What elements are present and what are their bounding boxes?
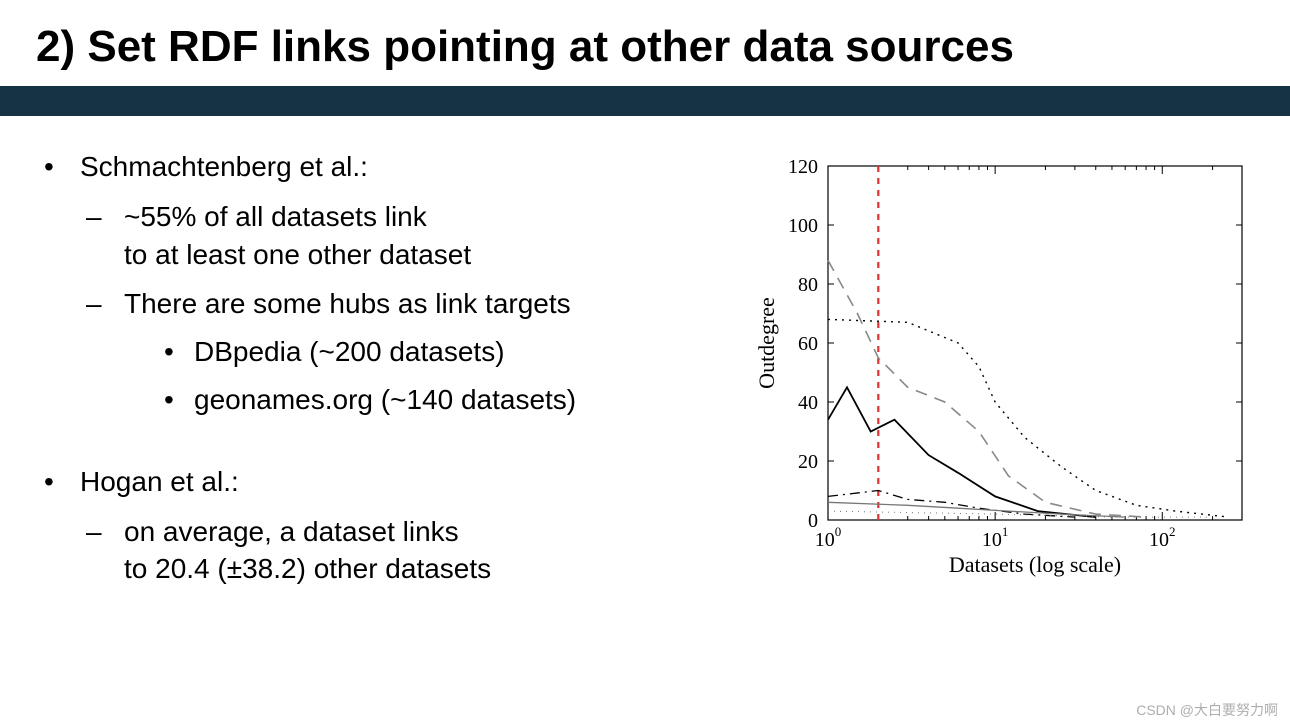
bullet-1-dash-2-text: There are some hubs as link targets [124, 288, 571, 319]
bullet-1-sub-1: DBpedia (~200 datasets) [124, 333, 720, 371]
watermark: CSDN @大白要努力啊 [1136, 700, 1278, 720]
bullet-2: Hogan et al.: on average, a dataset link… [30, 463, 720, 588]
svg-text:102: 102 [1149, 524, 1176, 551]
bullet-1: Schmachtenberg et al.: ~55% of all datas… [30, 148, 720, 419]
svg-text:120: 120 [788, 156, 818, 178]
svg-text:100: 100 [815, 524, 842, 551]
slide-title: 2) Set RDF links pointing at other data … [0, 0, 1290, 86]
text-column: Schmachtenberg et al.: ~55% of all datas… [30, 148, 720, 632]
divider-bar [0, 86, 1290, 116]
svg-text:80: 80 [798, 274, 818, 296]
bullet-1-dash-2: There are some hubs as link targets DBpe… [80, 285, 720, 418]
bullet-1-sub-2: geonames.org (~140 datasets) [124, 381, 720, 419]
bullet-2-lead: Hogan et al.: [80, 466, 239, 497]
svg-text:Datasets (log scale): Datasets (log scale) [949, 552, 1121, 577]
svg-text:100: 100 [788, 215, 818, 237]
svg-text:60: 60 [798, 333, 818, 355]
svg-text:Outdegree: Outdegree [754, 297, 779, 389]
bullet-1-dash-1: ~55% of all datasets linkto at least one… [80, 198, 720, 274]
svg-text:101: 101 [982, 524, 1009, 551]
svg-text:20: 20 [798, 451, 818, 473]
svg-text:40: 40 [798, 392, 818, 414]
bullet-1-lead: Schmachtenberg et al.: [80, 151, 368, 182]
chart: 020406080100120100101102OutdegreeDataset… [750, 152, 1250, 582]
bullet-2-dash-1: on average, a dataset linksto 20.4 (±38.… [80, 513, 720, 589]
